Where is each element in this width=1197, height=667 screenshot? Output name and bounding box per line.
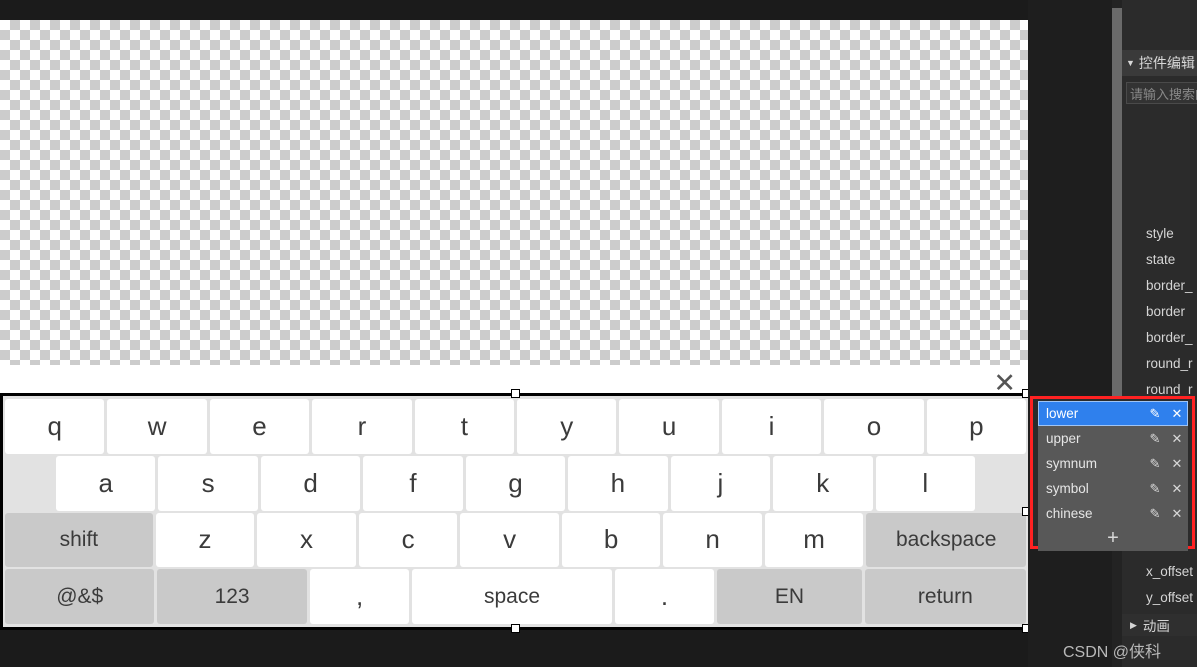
- keyboard-row: qwertyuiop: [5, 398, 1027, 455]
- inspector-header[interactable]: ▼ 控件编辑: [1122, 50, 1197, 76]
- key-x[interactable]: x: [257, 512, 356, 568]
- pencil-edit-icon[interactable]: ✎: [1144, 506, 1166, 522]
- key-r[interactable]: r: [312, 399, 412, 454]
- key-y[interactable]: y: [517, 399, 617, 454]
- key-space[interactable]: space: [412, 569, 612, 624]
- resize-handle-top[interactable]: [511, 389, 520, 398]
- keyboard-row: asdfghjkl: [5, 455, 1026, 512]
- key-g[interactable]: g: [465, 455, 566, 511]
- list-item[interactable]: lower ✎ ✕: [1038, 401, 1188, 426]
- key-backspace[interactable]: backspace: [866, 512, 1026, 568]
- key-v[interactable]: v: [460, 512, 559, 568]
- key-e[interactable]: e: [209, 399, 310, 454]
- pencil-edit-icon[interactable]: ✎: [1144, 456, 1166, 472]
- add-item-button[interactable]: +: [1038, 526, 1188, 549]
- delete-x-icon[interactable]: ✕: [1166, 456, 1188, 472]
- key-n[interactable]: n: [663, 512, 762, 568]
- key-[interactable]: @&$: [5, 569, 155, 624]
- property-label[interactable]: round_r: [1146, 356, 1193, 371]
- list-item[interactable]: upper ✎ ✕: [1038, 426, 1188, 451]
- pencil-edit-icon[interactable]: ✎: [1144, 431, 1166, 447]
- key-k[interactable]: k: [773, 455, 873, 511]
- property-label[interactable]: x_offset: [1146, 564, 1193, 579]
- key-a[interactable]: a: [56, 455, 156, 511]
- list-item-label: chinese: [1046, 506, 1093, 521]
- property-column: ▼ 控件编辑 请输入搜索的 stylestateborder_borderbor…: [1122, 0, 1197, 667]
- property-label[interactable]: state: [1146, 252, 1175, 267]
- chevron-right-icon: ▶: [1130, 619, 1137, 630]
- state-list-popup: lower ✎ ✕ upper ✎ ✕ symnum ✎ ✕ symbol ✎ ✕ chinese ✎ ✕ +: [1030, 396, 1195, 551]
- list-item[interactable]: symnum ✎ ✕: [1038, 451, 1188, 476]
- pencil-edit-icon[interactable]: ✎: [1144, 406, 1166, 422]
- property-label[interactable]: border_: [1146, 278, 1193, 293]
- property-label[interactable]: style: [1146, 226, 1174, 241]
- transparent-canvas[interactable]: [0, 20, 1028, 365]
- keyboard-layout: q w e r t y u i o p a s d f g h j k l shift z x c v b n m backspace…: [3, 396, 1028, 627]
- property-label[interactable]: border: [1146, 304, 1185, 319]
- property-label[interactable]: y_offset: [1146, 590, 1193, 605]
- property-label[interactable]: border_: [1146, 330, 1193, 345]
- key-w[interactable]: w: [107, 399, 207, 454]
- watermark: CSDN @侠科: [1063, 644, 1162, 661]
- delete-x-icon[interactable]: ✕: [1166, 506, 1188, 522]
- animation-section-label: 动画: [1142, 619, 1170, 634]
- list-item-label: upper: [1046, 431, 1081, 446]
- key-s[interactable]: s: [158, 455, 258, 511]
- key-shift[interactable]: shift: [5, 512, 153, 568]
- pencil-edit-icon[interactable]: ✎: [1144, 481, 1166, 497]
- keyboard-widget[interactable]: q w e r t y u i o p a s d f g h j k l shift z x c v b n m backspace…: [0, 393, 1028, 630]
- key-i[interactable]: i: [721, 399, 822, 454]
- inspector-title: 控件编辑: [1138, 55, 1195, 71]
- key-l[interactable]: l: [875, 455, 975, 511]
- delete-x-icon[interactable]: ✕: [1166, 481, 1188, 497]
- state-list: lower ✎ ✕ upper ✎ ✕ symnum ✎ ✕ symbol ✎ ✕ chinese ✎ ✕ +: [1038, 401, 1188, 551]
- key-h[interactable]: h: [568, 455, 668, 511]
- key-123[interactable]: 123: [157, 569, 307, 624]
- animation-section-header[interactable]: ▶ 动画: [1122, 614, 1197, 636]
- key-[interactable]: ,: [309, 569, 410, 624]
- keyboard-row: shift z x c v b n m backspace: [5, 512, 1026, 569]
- key-EN[interactable]: EN: [717, 569, 862, 624]
- inspector-panel: ▼ 控件编辑 请输入搜索的 stylestateborder_borderbor…: [1028, 0, 1197, 667]
- key-u[interactable]: u: [619, 399, 719, 454]
- delete-x-icon[interactable]: ✕: [1166, 406, 1188, 422]
- search-input[interactable]: 请输入搜索的: [1126, 82, 1197, 104]
- key-o[interactable]: o: [824, 399, 924, 454]
- key-j[interactable]: j: [670, 455, 771, 511]
- resize-handle-bottom[interactable]: [511, 624, 520, 633]
- key-q[interactable]: q: [5, 399, 105, 454]
- delete-x-icon[interactable]: ✕: [1166, 431, 1188, 447]
- key-z[interactable]: z: [155, 512, 255, 568]
- list-item-label: symnum: [1046, 456, 1098, 471]
- property-label[interactable]: round_r: [1146, 382, 1193, 397]
- key-b[interactable]: b: [561, 512, 661, 568]
- key-f[interactable]: f: [363, 455, 463, 511]
- panel-scrollbar-thumb[interactable]: [1112, 8, 1122, 406]
- key-t[interactable]: t: [414, 399, 515, 454]
- keyboard-row: @&$ 123, space. EN return: [5, 568, 1027, 625]
- list-item[interactable]: symbol ✎ ✕: [1038, 476, 1188, 501]
- list-item[interactable]: chinese ✎ ✕: [1038, 501, 1188, 526]
- key-d[interactable]: d: [260, 455, 361, 511]
- key-m[interactable]: m: [764, 512, 864, 568]
- canvas-top-strip: [0, 0, 1028, 20]
- key-p[interactable]: p: [926, 399, 1027, 454]
- list-item-label: lower: [1046, 406, 1079, 421]
- chevron-down-icon: ▼: [1126, 58, 1135, 68]
- list-item-label: symbol: [1046, 481, 1089, 496]
- key-c[interactable]: c: [358, 512, 458, 568]
- key-return[interactable]: return: [864, 569, 1027, 624]
- key-[interactable]: .: [614, 569, 715, 624]
